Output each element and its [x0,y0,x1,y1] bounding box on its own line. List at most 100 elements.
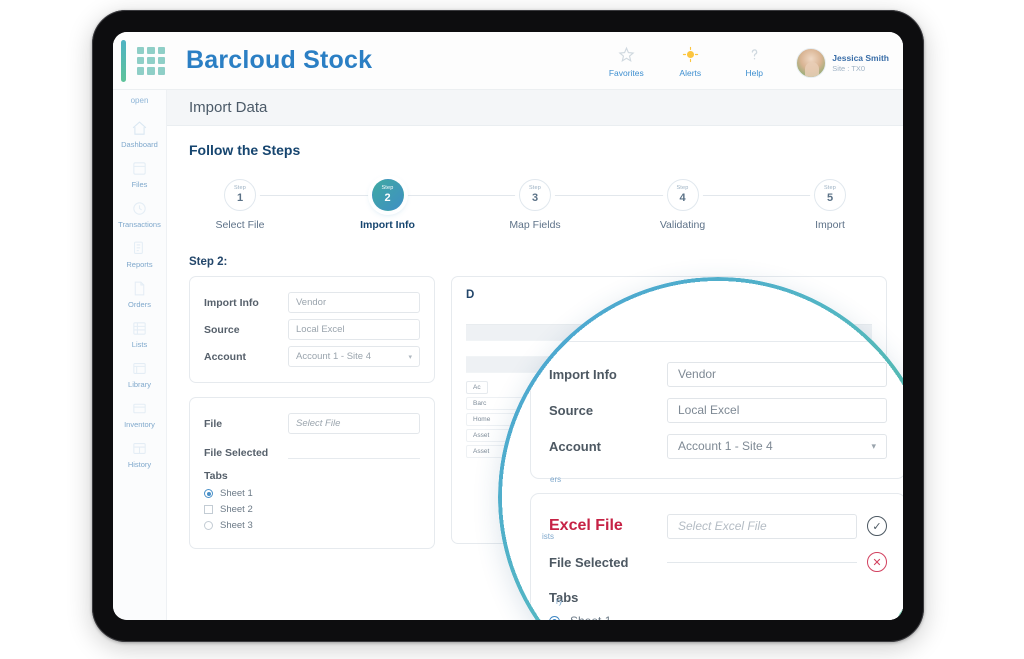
magnified-file-selected-row: File Selected ✕ [549,544,887,580]
step-2[interactable]: Step 2 Import Info [333,176,443,231]
magnifier-content: D Step 2: Import Info Vendor Source Loca… [498,277,903,620]
sidebar-label: Inventory [124,420,155,429]
sidebar-item-inventory[interactable]: Inventory [113,393,166,433]
section-title: Follow the Steps [189,142,301,158]
step-label: Import [815,219,845,231]
tab-label: Sheet 2 [220,504,253,515]
step-number: 5 [826,191,834,204]
step-4[interactable]: Step 4 Validating [628,176,738,231]
sidebar-item-reports[interactable]: Reports [113,233,166,273]
sidebar-label: Reports [126,260,153,269]
tab-option-sheet-3[interactable]: Sheet 3 [204,520,420,531]
document-icon [130,278,150,298]
magnified-excel-file-row: Excel File Select Excel File ✓ [549,508,887,544]
step-bubble: Step 2 [371,179,404,211]
stepper: Step 1 Select File Step 2 Import Info St… [185,176,885,234]
sidebar-label: Library [128,380,151,389]
user-text: Jessica Smith Site : TX0 [832,53,889,73]
magnified-account-label: Account [549,438,601,454]
magnified-excel-file-card: Excel File Select Excel File ✓ File Sele… [530,493,903,620]
help-button[interactable]: Help [732,43,776,78]
file-selected-label: File Selected [204,447,269,459]
favorites-button[interactable]: Favorites [604,43,648,78]
step-bubble: Step 1 [224,179,256,211]
step-number: 1 [236,191,244,204]
x-circle-icon[interactable]: ✕ [867,552,887,572]
account-select[interactable]: Account 1 - Site 4 ▾ [288,346,420,367]
magnified-excel-file-label: Excel File [549,517,623,534]
sidebar-item-history[interactable]: History [113,433,166,473]
step-5[interactable]: Step 5 Import [775,176,885,231]
step-1[interactable]: Step 1 Select File [185,176,295,231]
import-info-row: Import Info Vendor [204,289,420,316]
page-title-bar: Import Data [167,90,903,126]
account-chip: Ac [466,381,488,394]
magnifier-lens: D Step 2: Import Info Vendor Source Loca… [498,277,903,620]
magnified-tab-label: Sheet 1 [570,614,611,620]
checkbox-icon [204,505,213,514]
import-info-input[interactable]: Vendor [288,292,420,313]
magnified-source-row: Source Local Excel [549,392,887,428]
sidebar-item-transactions[interactable]: Transactions [113,193,166,233]
star-icon [618,43,635,65]
library-icon [130,358,150,378]
list-icon [130,318,150,338]
step-number: 2 [384,191,391,204]
box-icon [130,398,150,418]
magnified-source-input[interactable]: Local Excel [667,397,887,423]
radio-icon [204,521,213,530]
magnified-import-info-label: Import Info [549,366,617,382]
magnified-account-select[interactable]: Account 1 - Site 4 ▾ [667,433,887,459]
ghost-label-lists: ists [542,532,554,541]
magnified-source-label: Source [549,402,594,418]
ghost-label-library: ry [556,597,563,606]
magnified-import-info-input[interactable]: Vendor [667,361,887,387]
tab-option-sheet-2[interactable]: Sheet 2 [204,504,420,515]
step-word: Step [823,185,837,192]
sidebar-item-orders[interactable]: Orders [113,273,166,313]
magnified-excel-file-input[interactable]: Select Excel File [667,513,857,539]
header-actions: Favorites Alerts Help Jessica Smith Site… [604,43,889,78]
account-label: Account [204,350,246,363]
tab-option-sheet-1[interactable]: Sheet 1 [204,488,420,499]
import-info-label: Import Info [204,296,259,309]
source-row: Source Local Excel [204,316,420,343]
sidebar-item-library[interactable]: Library [113,353,166,393]
app-header: Barcloud Stock Favorites Alerts Help Jes… [113,32,903,90]
step-number: 3 [531,191,539,204]
alerts-button[interactable]: Alerts [668,43,712,78]
sidebar-label: History [127,460,152,469]
sidebar-label: Lists [131,340,148,349]
step-number: 4 [679,191,686,204]
source-input[interactable]: Local Excel [288,319,420,340]
user-profile-chip[interactable]: Jessica Smith Site : TX0 [796,48,889,78]
magnified-import-info-row: Import Info Vendor [549,356,887,392]
sidebar-label: Dashboard [121,140,158,149]
check-circle-icon[interactable]: ✓ [867,516,887,536]
account-row: Account Account 1 - Site 4 ▾ [204,343,420,370]
app-title: Barcloud Stock [186,46,373,74]
source-label: Source [204,323,240,336]
app-grid-icon[interactable] [134,44,168,78]
magnified-tab-sheet-1[interactable]: Sheet 1 [549,614,887,620]
page-title: Import Data [189,99,268,116]
step-label: Map Fields [509,219,561,231]
file-input[interactable]: Select File [288,413,420,434]
left-column: Import Info Vendor Source Local Excel Ac… [189,276,435,549]
user-name: Jessica Smith [832,53,889,63]
tabs-label: Tabs [204,470,228,482]
sidebar-open-label[interactable]: open [113,96,166,105]
avatar [796,48,827,78]
magnified-account-row: Account Account 1 - Site 4 ▾ [549,428,887,464]
help-label: Help [745,68,764,78]
sidebar-item-dashboard[interactable]: Dashboard [113,113,166,153]
magnified-file-selected-value [667,561,857,563]
chevron-down-icon: ▾ [408,353,412,361]
sidebar-item-files[interactable]: Files [113,153,166,193]
step-label: Import Info [360,219,415,231]
sidebar-item-lists[interactable]: Lists [113,313,166,353]
step-3[interactable]: Step 3 Map Fields [480,176,590,231]
chevron-down-icon: ▾ [871,440,876,451]
account-value: Account 1 - Site 4 [296,351,371,362]
step-bubble: Step 3 [519,179,551,211]
